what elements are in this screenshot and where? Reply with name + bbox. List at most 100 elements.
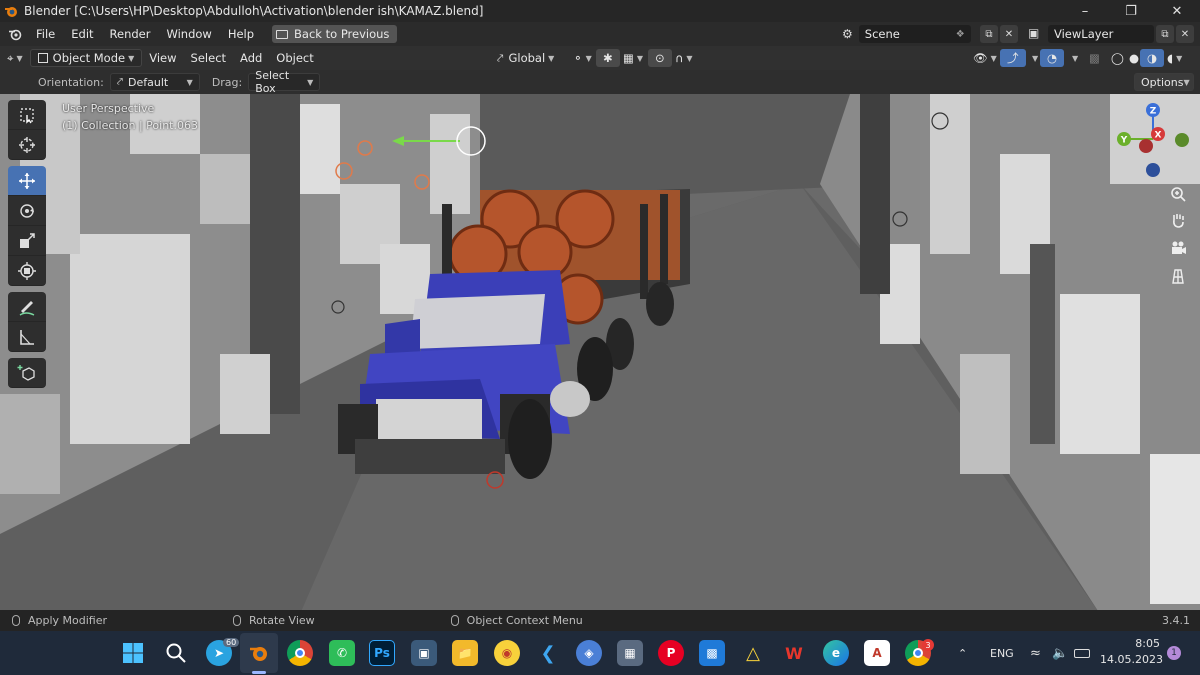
rendered-shading-icon[interactable]: ◖ ▼ [1160,51,1189,65]
overlays-toggle-icon[interactable]: ◔ [1040,49,1065,67]
language-indicator[interactable]: ENG [990,631,1014,675]
options-label: Options [1141,75,1184,89]
phone-app-icon[interactable]: ✆ [329,640,355,666]
select-box-tool[interactable] [8,100,46,130]
archicad-icon[interactable]: △ [740,640,766,666]
back-to-previous-button[interactable]: Back to Previous [272,25,398,43]
mode-selector[interactable]: Object Mode ▼ [29,49,143,67]
annotate-tool[interactable] [8,292,46,322]
pivot-icon[interactable]: ⚬ ▼ [566,51,599,65]
vscode-icon[interactable]: ❮ [535,640,561,666]
calculator-icon[interactable]: ▦ [617,640,643,666]
navigation-gizmo[interactable]: Z Y X [1112,98,1194,180]
edge-icon[interactable]: e [823,640,849,666]
scale-tool[interactable] [8,226,46,256]
volume-icon[interactable]: 🔈 [1052,631,1068,675]
menu-help[interactable]: Help [220,27,262,41]
add-cube-icon [17,364,35,381]
delete-scene-icon[interactable]: ✕ [1000,25,1018,43]
mouse-middle-icon [233,615,242,626]
move-tool[interactable] [8,166,46,196]
menu-edit[interactable]: Edit [63,27,101,41]
autocad-icon[interactable]: A [864,640,890,666]
tray-overflow-icon[interactable]: ⌃ [958,631,967,675]
wps-office-icon[interactable]: W [781,640,807,666]
3d-viewport[interactable]: User Perspective (1) Collection | Point.… [0,94,1200,610]
delete-view-layer-icon[interactable]: ✕ [1176,25,1194,43]
windows-taskbar: ➤ 60 ✆ Ps ▣ 📁 ◉ ❮ ◈ ▦ P ▩ △ W e A 3 ⌃ EN… [0,631,1200,675]
orientation-dropdown[interactable]: ⤤ Default ▼ [109,73,200,91]
chrome-icon[interactable] [287,640,313,666]
falloff-icon[interactable]: ∩ ▼ [668,51,700,65]
blender-menu-icon[interactable] [8,27,22,41]
clock-time[interactable]: 8:05 [1104,637,1160,650]
drag-dropdown[interactable]: Select Box ▼ [248,69,321,95]
store-icon[interactable]: ▩ [699,640,725,666]
options-dropdown[interactable]: Options ▼ [1134,73,1194,91]
menu-render[interactable]: Render [102,27,159,41]
title-bar: Blender [C:\Users\HP\Desktop\Abdulloh\Ac… [0,0,1200,22]
gizmo-y-label: Y [1120,136,1128,146]
file-explorer-icon[interactable]: 📁 [452,640,478,666]
menu-window[interactable]: Window [158,27,219,41]
back-to-previous-label: Back to Previous [294,27,390,41]
scene-selector[interactable]: ⚙ Scene ❖ [842,25,1000,43]
wifi-icon[interactable]: ≈ [1030,631,1041,675]
battery-icon[interactable] [1074,631,1090,675]
maximize-button[interactable]: ❐ [1108,0,1154,22]
mode-label: Object Mode [52,51,126,65]
scene-field[interactable]: Scene ❖ [858,25,971,43]
menu-select[interactable]: Select [184,51,233,65]
scale-icon [20,232,35,248]
zoom-icon[interactable] [1166,182,1190,206]
paint-app-icon[interactable]: ◈ [576,640,602,666]
measure-tool[interactable] [8,322,46,352]
orientation-label: Orientation: [38,75,104,89]
blender-taskbar-icon[interactable] [246,640,272,666]
transform-tool[interactable] [8,256,46,286]
photoshop-icon[interactable]: Ps [369,640,395,666]
camera-view-icon[interactable] [1166,236,1190,260]
transform-orientation-dropdown[interactable]: ⤤ Global ▼ [490,51,561,66]
menu-file[interactable]: File [28,27,63,41]
rotate-tool[interactable] [8,196,46,226]
menu-view[interactable]: View [142,51,183,65]
pan-hand-icon[interactable] [1166,208,1190,232]
mouse-left-icon [12,615,20,626]
top-menu-bar: File Edit Render Window Help Back to Pre… [0,22,1200,46]
snap-target-icon[interactable]: ▦ ▼ [616,51,650,65]
pinterest-icon[interactable]: P [658,640,684,666]
visibility-icon[interactable]: 👁 ▼ [966,51,1004,65]
status-bar: Apply Modifier Rotate View Object Contex… [0,610,1200,631]
add-cube-tool[interactable] [8,358,46,388]
media-app-icon[interactable]: ▣ [411,640,437,666]
cursor-tool[interactable] [8,130,46,160]
start-icon[interactable] [120,640,146,666]
select-box-icon [20,107,34,124]
object-mode-icon [37,53,48,63]
annotate-icon [19,300,35,316]
new-scene-icon[interactable]: ⧉ [980,25,998,43]
menu-add[interactable]: Add [233,51,269,65]
view-layer-name: ViewLayer [1054,27,1114,41]
telegram-badge: 60 [223,638,240,647]
new-view-layer-icon[interactable]: ⧉ [1156,25,1174,43]
menu-object[interactable]: Object [269,51,320,65]
orientation-value: Default [128,75,169,89]
perspective-toggle-icon[interactable] [1166,264,1190,288]
view-layer-field[interactable]: ViewLayer [1048,25,1154,43]
minimize-button[interactable]: – [1062,0,1108,22]
view-layer-icon: ▣ [1028,26,1040,40]
search-icon[interactable] [163,640,189,666]
1c-app-icon[interactable]: ◉ [494,640,520,666]
drag-value: Select Box [255,69,290,95]
gizmo-z-label: Z [1150,107,1157,117]
clock-date[interactable]: 14.05.2023 [1100,653,1163,666]
pin-icon[interactable]: ❖ [956,29,965,40]
editor-type-icon[interactable]: ⌖ ▼ [0,51,30,66]
notification-badge[interactable]: 1 [1167,646,1181,660]
gizmo-x-label: X [1155,131,1162,141]
blender-logo-icon [5,7,17,17]
perspective-label: User Perspective [62,102,155,115]
close-button[interactable]: ✕ [1154,0,1200,22]
